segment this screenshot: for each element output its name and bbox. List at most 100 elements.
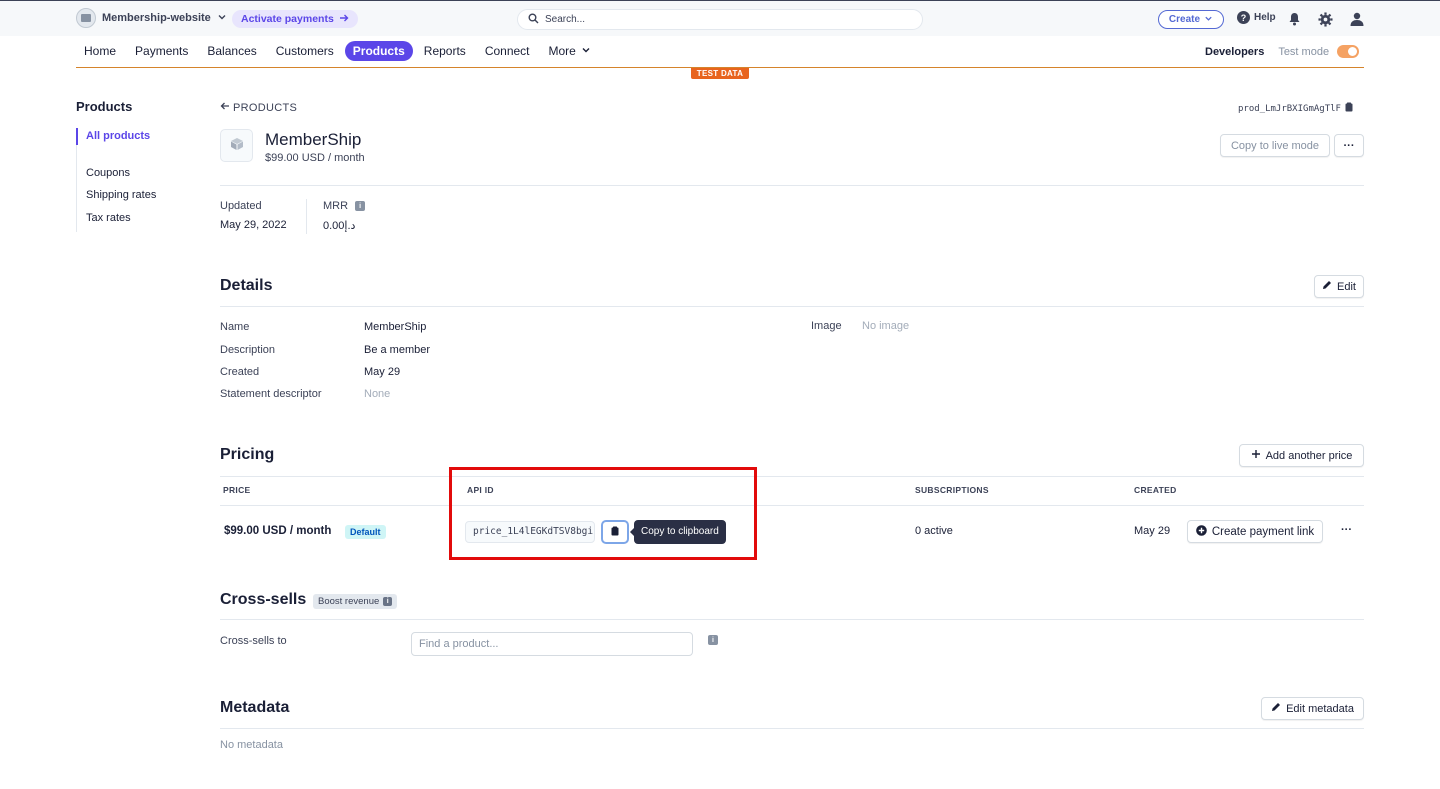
divider xyxy=(220,505,1364,506)
arrow-right-icon xyxy=(339,13,349,26)
stat-divider xyxy=(306,199,307,234)
user-icon[interactable] xyxy=(1349,11,1365,27)
column-header-subscriptions: SUBSCRIPTIONS xyxy=(915,485,989,495)
add-price-label: Add another price xyxy=(1265,449,1353,462)
main-nav: Home Payments Balances Customers Product… xyxy=(76,41,602,61)
help-icon: ? xyxy=(1237,11,1250,24)
info-icon[interactable]: i xyxy=(708,635,718,645)
nav-item-balances[interactable]: Balances xyxy=(199,41,264,61)
nav-item-products[interactable]: Products xyxy=(344,41,413,61)
product-id[interactable]: prod_LmJrBXIGmAgTlF xyxy=(1238,102,1353,115)
details-heading: Details xyxy=(220,277,273,294)
chevron-down-icon xyxy=(1204,14,1213,26)
help-label: Help xyxy=(1254,12,1276,23)
sidebar-title: Products xyxy=(76,99,133,114)
price-amount: $99.00 USD / month xyxy=(224,525,332,537)
nav-more-label: More xyxy=(548,44,576,58)
clipboard-icon xyxy=(1345,102,1353,115)
nav-item-connect[interactable]: Connect xyxy=(477,41,538,61)
product-more-button[interactable]: ··· xyxy=(1334,134,1364,157)
boost-revenue-badge: Boost revenue i xyxy=(313,594,398,609)
pricing-heading: Pricing xyxy=(220,446,275,463)
create-payment-link-button[interactable]: Create payment link xyxy=(1187,520,1323,543)
help-button[interactable]: ? Help xyxy=(1237,11,1276,24)
sidebar-active-indicator xyxy=(76,128,78,145)
plus-icon xyxy=(1251,449,1261,462)
chevron-down-icon xyxy=(581,44,591,58)
search-bar[interactable] xyxy=(517,9,923,30)
test-mode-toggle[interactable] xyxy=(1337,45,1360,58)
test-mode-label: Test mode xyxy=(1278,45,1330,58)
sidebar-item-all-products[interactable]: All products xyxy=(86,130,150,142)
bell-icon[interactable] xyxy=(1286,11,1302,27)
highlight-box xyxy=(449,467,757,560)
divider xyxy=(220,306,1364,307)
cross-sells-heading: Cross-sells xyxy=(220,591,307,608)
divider xyxy=(220,728,1364,729)
mrr-label-group: MRR i xyxy=(323,200,366,212)
edit-metadata-button[interactable]: Edit metadata xyxy=(1261,697,1364,720)
account-name: Membership-website xyxy=(102,12,211,24)
detail-label-statement-descriptor: Statement descriptor xyxy=(220,388,322,400)
plus-circle-icon xyxy=(1196,524,1207,539)
metadata-heading: Metadata xyxy=(220,699,290,716)
price-more-button[interactable]: ··· xyxy=(1341,524,1352,536)
back-label: PRODUCTS xyxy=(233,101,298,114)
column-header-price: PRICE xyxy=(223,485,251,495)
sidebar-item-shipping-rates[interactable]: Shipping rates xyxy=(86,189,156,201)
nav-right: Developers Test mode xyxy=(1205,45,1360,58)
nav-item-reports[interactable]: Reports xyxy=(416,41,474,61)
column-header-created: CREATED xyxy=(1134,485,1177,495)
arrow-left-icon xyxy=(220,101,230,114)
test-data-badge: TEST DATA xyxy=(691,68,749,79)
top-bar: Membership-website Activate payments Cre… xyxy=(0,0,1440,36)
detail-value-statement-descriptor: None xyxy=(364,388,391,400)
pencil-icon xyxy=(1271,702,1281,715)
detail-value-created: May 29 xyxy=(364,366,401,378)
subscriptions-count: 0 active xyxy=(915,525,953,537)
divider xyxy=(220,185,1364,186)
info-icon[interactable]: i xyxy=(383,597,393,606)
search-icon xyxy=(528,13,539,27)
back-to-products-link[interactable]: PRODUCTS xyxy=(220,101,297,114)
edit-details-button[interactable]: Edit xyxy=(1314,275,1364,298)
find-product-input[interactable] xyxy=(411,632,693,656)
nav-item-payments[interactable]: Payments xyxy=(127,41,196,61)
copy-to-live-mode-button[interactable]: Copy to live mode xyxy=(1220,134,1330,157)
boost-revenue-label: Boost revenue xyxy=(318,596,380,607)
activate-payments-button[interactable]: Activate payments xyxy=(232,10,358,28)
mrr-label: MRR xyxy=(323,200,349,212)
search-input[interactable] xyxy=(545,14,905,25)
create-button[interactable]: Create xyxy=(1158,10,1224,29)
pencil-icon xyxy=(1322,280,1332,293)
product-id-text: prod_LmJrBXIGmAgTlF xyxy=(1238,103,1341,114)
sidebar-item-coupons[interactable]: Coupons xyxy=(86,167,130,179)
developers-link[interactable]: Developers xyxy=(1205,46,1264,58)
sidebar-item-tax-rates[interactable]: Tax rates xyxy=(86,212,131,224)
divider xyxy=(220,619,1364,620)
mrr-value: د.إ0.00 xyxy=(323,220,356,232)
sidebar: All products Coupons Shipping rates Tax … xyxy=(76,128,196,232)
nav-item-customers[interactable]: Customers xyxy=(268,41,342,61)
info-icon[interactable]: i xyxy=(355,201,366,212)
updated-value: May 29, 2022 xyxy=(220,219,287,231)
nav-item-home[interactable]: Home xyxy=(76,41,124,61)
create-payment-link-label: Create payment link xyxy=(1211,525,1315,538)
price-created-date: May 29 xyxy=(1134,525,1171,537)
chevron-down-icon xyxy=(217,12,227,25)
create-label: Create xyxy=(1168,14,1201,25)
detail-value-image: No image xyxy=(862,320,910,332)
product-name: MemberShip xyxy=(265,130,362,149)
detail-label-image: Image xyxy=(811,320,842,332)
edit-metadata-label: Edit metadata xyxy=(1286,702,1354,715)
edit-label: Edit xyxy=(1337,280,1356,293)
detail-label-description: Description xyxy=(220,344,276,356)
detail-value-name: MemberShip xyxy=(364,321,427,333)
product-image-placeholder xyxy=(220,129,253,162)
add-another-price-button[interactable]: Add another price xyxy=(1239,444,1364,467)
no-metadata-text: No metadata xyxy=(220,739,283,751)
activate-payments-label: Activate payments xyxy=(241,13,334,25)
gear-icon[interactable] xyxy=(1317,11,1333,27)
nav-item-more[interactable]: More xyxy=(541,41,599,61)
account-switcher[interactable]: Membership-website xyxy=(76,8,227,28)
